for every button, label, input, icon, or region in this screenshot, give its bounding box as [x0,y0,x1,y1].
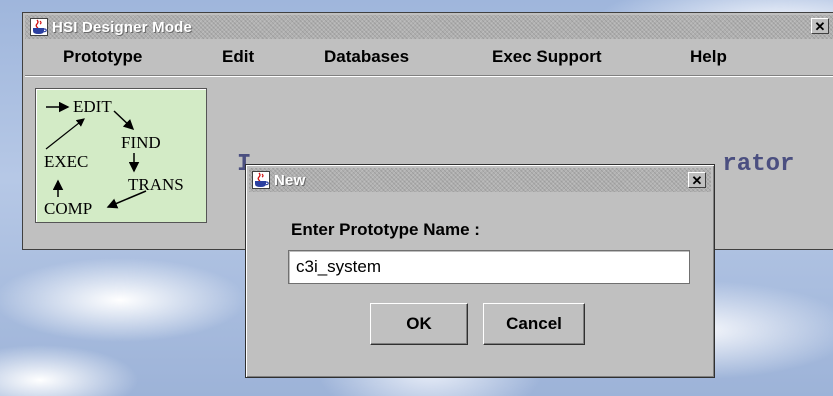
logo-label-comp: COMP [44,199,93,218]
menu-databases[interactable]: Databases [324,47,409,67]
logo-label-find: FIND [121,133,161,152]
main-window-title: HSI Designer Mode [52,18,193,36]
ok-button[interactable]: OK [370,303,468,345]
menu-separator [25,75,833,77]
close-icon[interactable]: ✕ [688,172,706,188]
java-app-icon [252,171,270,189]
logo-label-trans: TRANS [128,175,184,194]
prompt-label: Enter Prototype Name : [291,220,480,239]
menu-exec-support[interactable]: Exec Support [492,47,602,67]
main-titlebar[interactable]: HSI Designer Mode ✕ [25,15,833,39]
logo-label-edit: EDIT [73,97,112,116]
workflow-logo: EDIT FIND EXEC TRANS COMP [35,88,207,223]
menu-prototype[interactable]: Prototype [63,47,142,67]
dialog-titlebar[interactable]: New ✕ [249,168,711,192]
background-label-right: rator [722,151,795,178]
logo-label-exec: EXEC [44,152,89,171]
menu-help[interactable]: Help [690,47,727,67]
cancel-button[interactable]: Cancel [483,303,585,345]
close-icon[interactable]: ✕ [811,18,829,34]
dialog-title: New [274,171,306,189]
menu-edit[interactable]: Edit [222,47,254,67]
java-app-icon [30,18,48,36]
prototype-name-input[interactable] [288,250,690,284]
new-prototype-dialog: New ✕ Enter Prototype Name : OK Cancel [245,164,715,378]
menubar: Prototype Edit Databases Exec Support He… [25,41,833,73]
